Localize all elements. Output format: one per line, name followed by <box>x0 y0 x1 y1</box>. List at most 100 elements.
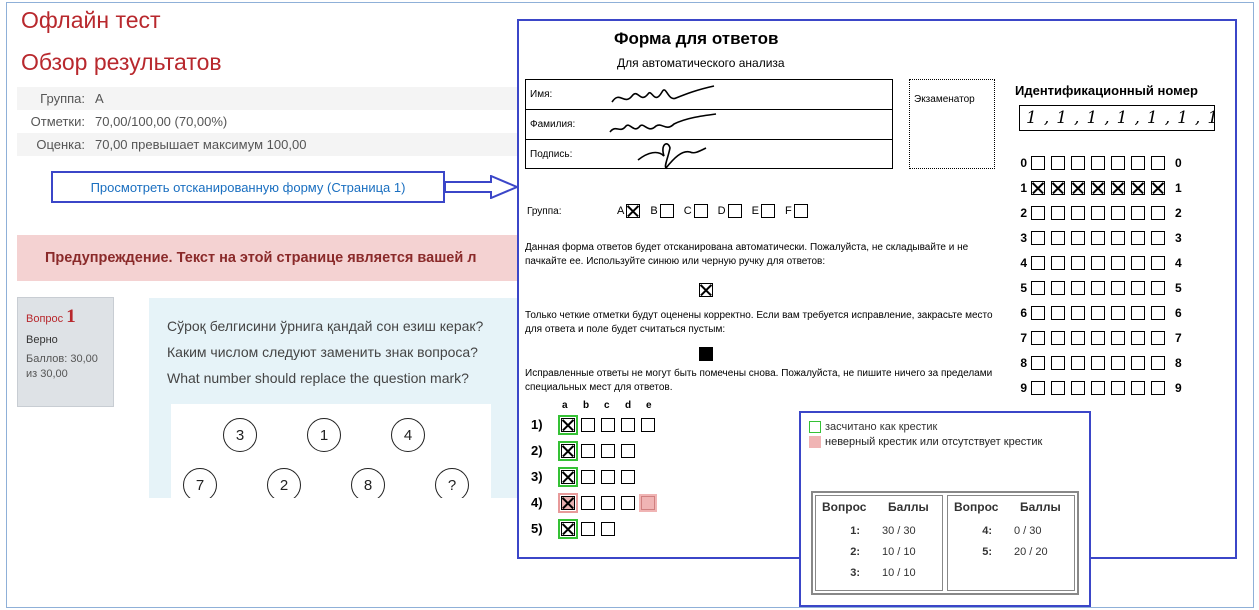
column-header: Вопрос <box>954 500 999 514</box>
id-digit-box <box>1111 381 1125 395</box>
id-digit-box <box>1131 181 1145 195</box>
answer-row: 1) <box>531 414 661 435</box>
id-digit-box <box>1071 256 1085 270</box>
id-digit-box <box>1111 281 1125 295</box>
id-digit-label: 0 <box>1020 156 1027 170</box>
id-digit-box <box>1091 156 1105 170</box>
puzzle-circle: 3 <box>223 418 257 452</box>
view-scanned-form-link[interactable]: Просмотреть отсканированную форму (Стран… <box>51 171 445 203</box>
id-digit-row: 88 <box>1015 355 1187 371</box>
id-digit-box <box>1151 306 1165 320</box>
id-digit-box <box>1031 231 1045 245</box>
answer-row: 5) <box>531 518 621 539</box>
group-option-b: B <box>650 204 677 218</box>
score-table: Вопрос Баллы 1: 30 / 30 2: 10 / 10 3: 10 / 1… <box>811 491 1079 595</box>
id-digit-box <box>1131 356 1145 370</box>
id-digit-box <box>1111 331 1125 345</box>
puzzle-circle: 2 <box>267 468 301 498</box>
id-digit-box <box>1131 156 1145 170</box>
question-content: Сўроқ белгисини ўрнига қандай сон езиш к… <box>149 298 529 498</box>
id-digit-box <box>1111 231 1125 245</box>
legend-item-bad: неверный крестик или отсутствует крестик <box>809 436 1042 448</box>
id-digit-box <box>1031 281 1045 295</box>
id-digit-label: 9 <box>1175 381 1182 395</box>
id-digit-box <box>1111 306 1125 320</box>
id-digit-box <box>1051 181 1065 195</box>
summary-value: 70,00 превышает максимум 100,00 <box>95 137 307 152</box>
id-digit-box <box>1051 256 1065 270</box>
score-row: 4: 0 / 30 <box>982 524 1042 537</box>
group-box <box>793 204 808 218</box>
group-box <box>760 204 775 218</box>
id-digit-label: 5 <box>1175 281 1182 295</box>
handwritten-name-icon <box>611 85 715 103</box>
answer-row: 2) <box>531 440 641 461</box>
page-frame: Офлайн тест Обзор результатов Группа: A … <box>6 2 1254 608</box>
id-digit-row: 99 <box>1015 380 1187 396</box>
id-digit-box <box>1071 306 1085 320</box>
puzzle-circle: 7 <box>183 468 217 498</box>
id-digit-box <box>1151 206 1165 220</box>
id-digit-box <box>1031 306 1045 320</box>
score-table-left: Вопрос Баллы 1: 30 / 30 2: 10 / 10 3: 10 / 1… <box>815 495 943 591</box>
id-digit-box <box>1031 256 1045 270</box>
id-digit-label: 6 <box>1175 306 1182 320</box>
instruction-paragraph: Данная форма ответов будет отсканирована… <box>525 242 969 267</box>
id-digit-box <box>1071 231 1085 245</box>
summary-row: Группа: A <box>17 87 517 110</box>
id-digit-box <box>1111 156 1125 170</box>
answer-row: 4) <box>531 492 661 513</box>
annotation-arrow-icon <box>445 175 519 199</box>
id-digit-label: 7 <box>1020 331 1027 345</box>
id-digit-box <box>1151 356 1165 370</box>
instruction-paragraph: Исправленные ответы не могут быть помече… <box>525 368 993 393</box>
id-digit-row: 00 <box>1015 155 1187 171</box>
surname-label: Фамилия: <box>530 119 576 130</box>
id-digit-row: 77 <box>1015 330 1187 346</box>
id-digit-label: 4 <box>1175 256 1182 270</box>
id-digit-box <box>1091 256 1105 270</box>
id-digit-box <box>1051 206 1065 220</box>
page-heading: Обзор результатов <box>21 49 222 75</box>
id-digit-box <box>1071 156 1085 170</box>
id-digit-box <box>1091 356 1105 370</box>
answer-row: 3) <box>531 466 641 487</box>
id-digit-label: 2 <box>1175 206 1182 220</box>
summary-label: Оценка: <box>36 137 85 152</box>
id-digit-box <box>1051 331 1065 345</box>
id-digit-box <box>1051 356 1065 370</box>
id-digit-box <box>1091 231 1105 245</box>
id-digit-box <box>1031 331 1045 345</box>
summary-label: Группа: <box>40 91 85 106</box>
grading-legend: засчитано как крестик неверный крестик и… <box>799 411 1091 607</box>
group-option-e: E <box>752 204 779 218</box>
id-digit-box <box>1051 281 1065 295</box>
id-digit-label: 3 <box>1020 231 1027 245</box>
group-box <box>659 204 674 218</box>
id-digit-box <box>1071 181 1085 195</box>
id-digit-row: 55 <box>1015 280 1187 296</box>
id-digit-box <box>1111 256 1125 270</box>
puzzle-circle: 1 <box>307 418 341 452</box>
id-digit-box <box>1091 281 1105 295</box>
group-box <box>727 204 742 218</box>
summary-label: Отметки: <box>30 114 85 129</box>
id-digit-box <box>1031 381 1045 395</box>
group-option-f: F <box>785 204 812 218</box>
id-digit-box <box>1051 306 1065 320</box>
question-text-en: What number should replace the question … <box>167 370 469 386</box>
form-title: Форма для ответов <box>614 29 779 48</box>
question-label: Вопрос <box>26 313 64 325</box>
legend-item-ok: засчитано как крестик <box>809 421 937 433</box>
instruction-paragraph: Только четкие отметки будут оценены корр… <box>525 310 993 335</box>
id-digit-row: 66 <box>1015 305 1187 321</box>
answer-columns-header: abcde <box>562 400 652 411</box>
id-digit-box <box>1111 206 1125 220</box>
id-digit-box <box>1071 381 1085 395</box>
score-row: 3: 10 / 10 <box>850 566 916 579</box>
sample-filled-box <box>699 347 713 361</box>
score-table-right: Вопрос Баллы 4: 0 / 30 5: 20 / 20 <box>947 495 1075 591</box>
warning-banner: Предупреждение. Текст на этой странице я… <box>17 235 537 281</box>
summary-table: Группа: A Отметки: 70,00/100,00 (70,00%)… <box>17 87 517 156</box>
score-row: 1: 30 / 30 <box>850 524 916 537</box>
